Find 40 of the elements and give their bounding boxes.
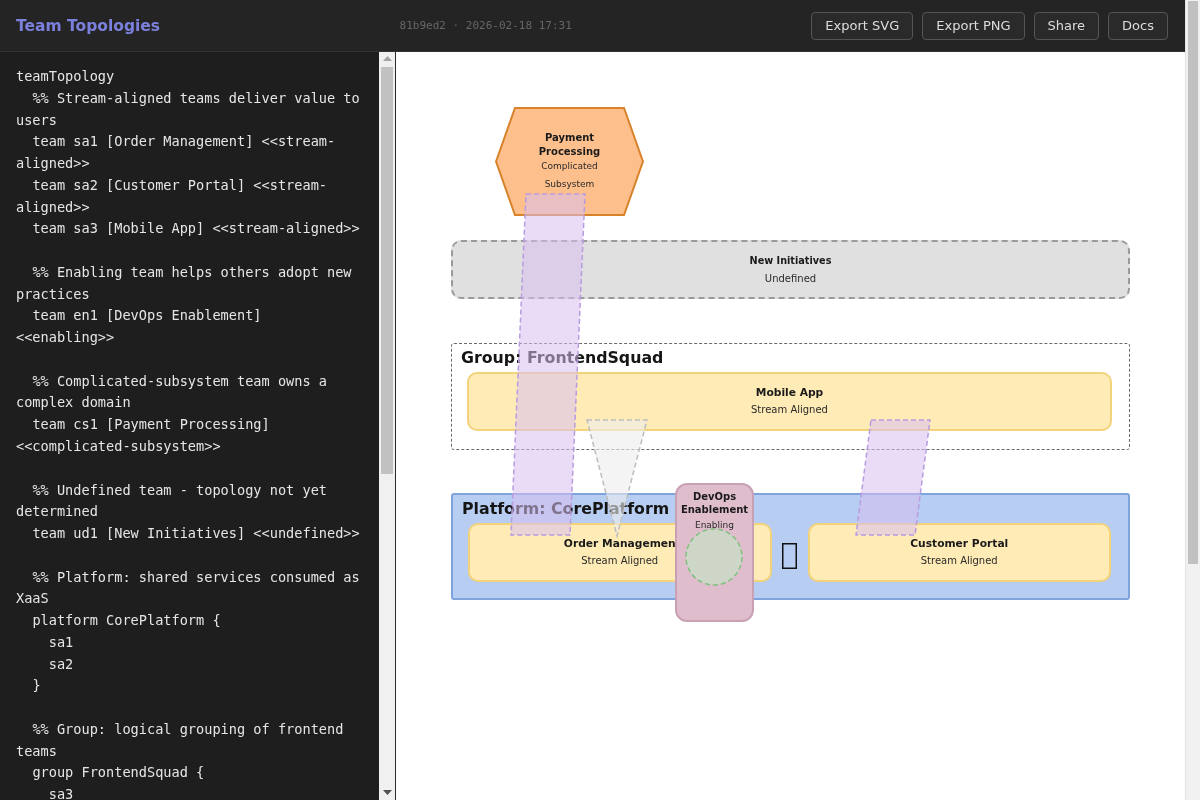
- toolbar-button[interactable]: Export PNG: [922, 11, 1025, 40]
- team-type: Undefined: [764, 271, 817, 286]
- code-line: sa1: [47, 632, 74, 652]
- team-type: Enabling: [694, 519, 734, 532]
- code-line: }: [31, 676, 41, 696]
- scrollbar-thumb[interactable]: [381, 67, 393, 474]
- interaction-circle: [685, 528, 743, 586]
- container-label: Platform: CorePlatform: [462, 499, 670, 519]
- code-line: group FrontendSquad {: [31, 763, 205, 783]
- app-title: Team Topologies: [16, 16, 161, 35]
- team-name: Customer Portal: [910, 537, 1009, 551]
- code-line: team sa3 [Mobile App] <<stream-aligned>>: [31, 219, 360, 239]
- code-line: sa3: [47, 785, 74, 800]
- code-line: team cs1 [Payment Processing] <<complicated-subsystem>>: [16, 415, 271, 456]
- version-label: 81b9ed2 · 2026-02-18 17:31: [399, 19, 572, 32]
- scrollbar-thumb[interactable]: [1188, 1, 1198, 564]
- team-type: Stream Aligned: [581, 554, 659, 568]
- team-name: Mobile App: [755, 386, 824, 400]
- toolbar-button[interactable]: Export SVG: [811, 11, 914, 40]
- container-label: Group: FrontendSquad: [461, 348, 664, 368]
- team-name: Order Managemen: [563, 537, 676, 551]
- glyph-box-icon: [782, 542, 797, 569]
- editor-scrollbar[interactable]: [379, 52, 396, 800]
- toolbar-button[interactable]: Docs: [1108, 11, 1168, 40]
- team-name: DevOps Enablement: [679, 489, 750, 516]
- scroll-down-icon[interactable]: [382, 790, 392, 795]
- code-editor[interactable]: [0, 52, 379, 800]
- code-line: platform CorePlatform {: [31, 611, 221, 631]
- team-type: Stream Aligned: [920, 554, 998, 568]
- page-scrollbar[interactable]: [1185, 0, 1200, 800]
- team-name: New Initiatives: [749, 253, 832, 268]
- scroll-up-icon[interactable]: [382, 56, 392, 61]
- code-line: teamTopology: [16, 67, 115, 86]
- team-name: Payment Processing: [537, 130, 602, 159]
- code-line: team ud1 [New Initiatives] <<undefined>>: [31, 524, 360, 544]
- team-type: Stream Aligned: [751, 403, 828, 417]
- team-type: Complicated Subsystem: [540, 159, 599, 191]
- toolbar-button[interactable]: Share: [1033, 11, 1100, 40]
- code-line: team en1 [DevOps Enablement] <<enabling>>: [16, 306, 263, 348]
- code-line: sa2: [47, 654, 74, 674]
